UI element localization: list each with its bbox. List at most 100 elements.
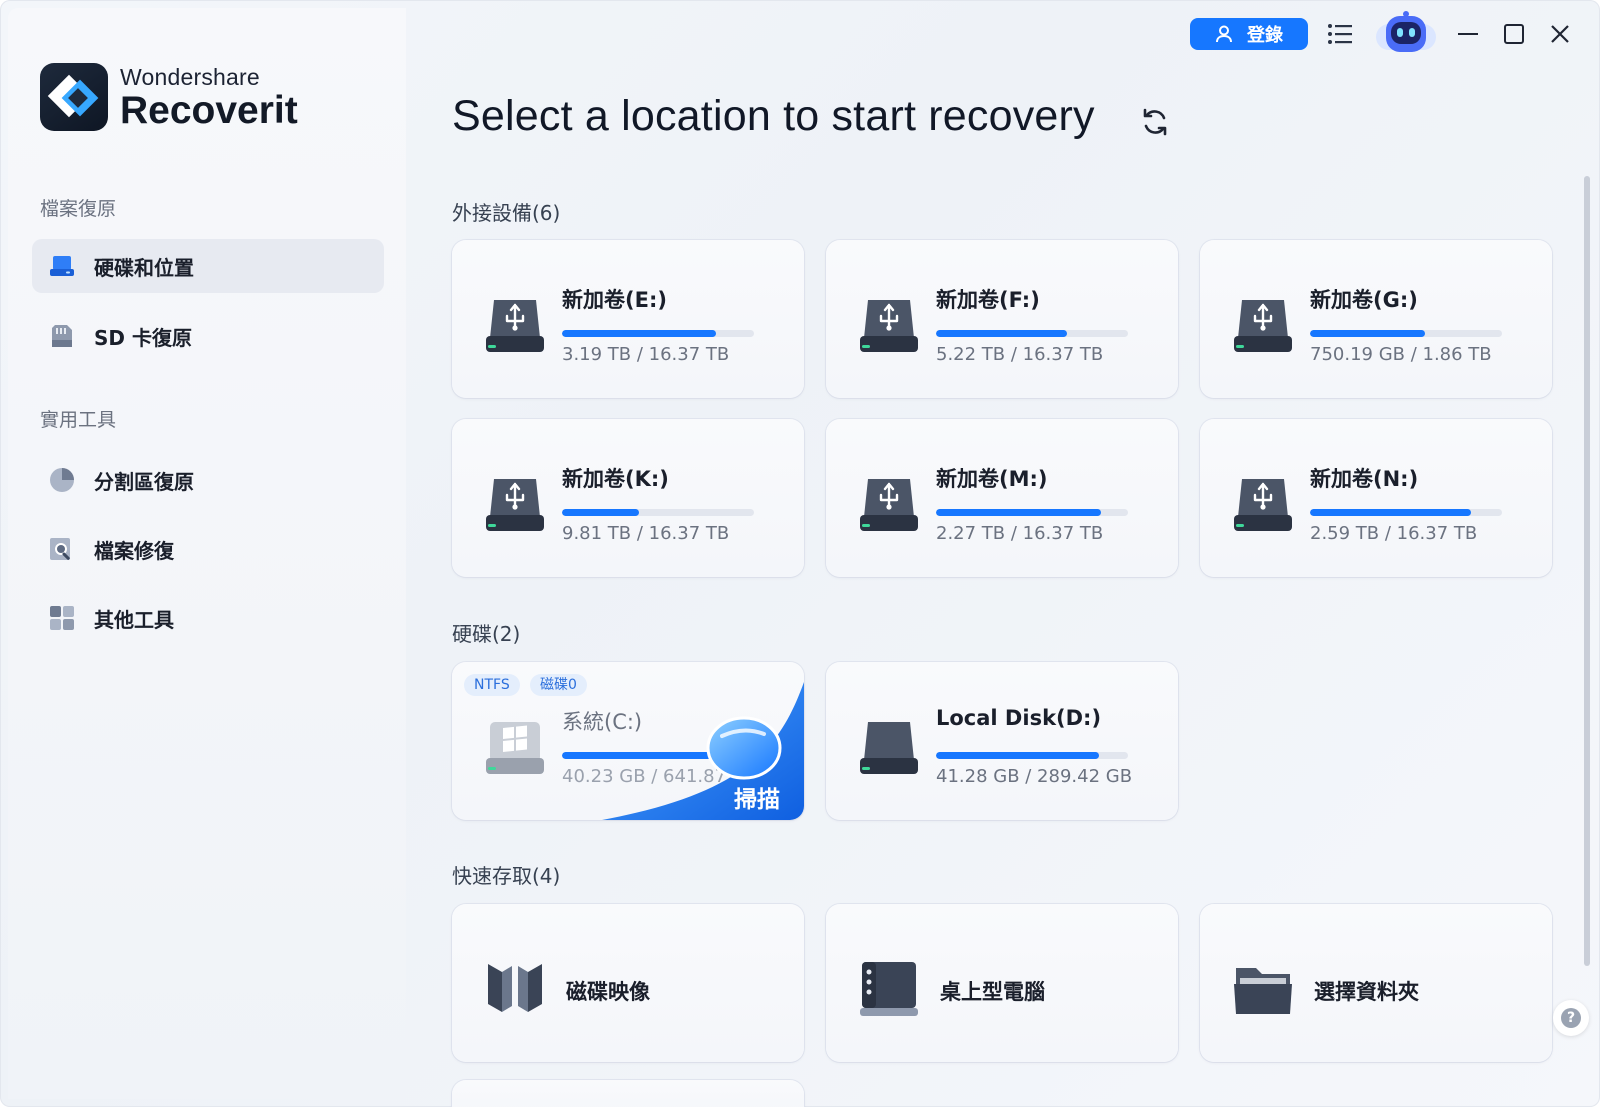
group-quick-access: 快速存取(4) bbox=[452, 864, 561, 888]
sd-card-icon bbox=[48, 322, 76, 350]
sidebar-item-partition-recovery[interactable]: 分割區復原 bbox=[32, 453, 384, 507]
drive-size: 40.23 GB / 641.87 bbox=[562, 766, 727, 787]
brand-company: Wondershare bbox=[120, 63, 260, 90]
pie-chart-icon bbox=[48, 466, 76, 494]
robot-assistant-icon[interactable] bbox=[1372, 10, 1440, 56]
external-drive-icon bbox=[860, 300, 918, 352]
drive-size: 5.22 TB / 16.37 TB bbox=[936, 344, 1104, 365]
sidebar-item-file-repair[interactable]: 檔案修復 bbox=[32, 522, 384, 576]
drive-name: 新加卷(K:) bbox=[562, 467, 669, 491]
usage-bar-fill bbox=[562, 330, 716, 337]
usage-bar-fill bbox=[936, 509, 1102, 516]
external-drive-icon bbox=[1234, 479, 1292, 531]
drive-card-external[interactable]: 新加卷(M:) 2.27 TB / 16.37 TB bbox=[826, 419, 1178, 577]
drive-card-c[interactable]: NTFS 磁碟0 系統(C:) 40.23 GB / 641.87 掃描 bbox=[452, 662, 804, 820]
list-menu-icon[interactable] bbox=[1322, 16, 1358, 52]
drive-name: 新加卷(M:) bbox=[936, 467, 1048, 491]
user-icon bbox=[1216, 25, 1232, 43]
external-drive-icon bbox=[486, 300, 544, 352]
external-drive-icon bbox=[486, 479, 544, 531]
quick-card-label: 桌上型電腦 bbox=[940, 980, 1045, 1004]
app-window: Wondershare Recoverit 檔案復原 硬碟和位置 SD 卡復原 … bbox=[0, 0, 1600, 1107]
quick-card-desktop[interactable]: 桌上型電腦 bbox=[826, 904, 1178, 1062]
usage-bar-fill bbox=[1310, 509, 1472, 516]
windows-drive-icon bbox=[486, 722, 544, 774]
drive-size: 9.81 TB / 16.37 TB bbox=[562, 523, 730, 544]
drive-icon bbox=[48, 252, 76, 280]
scan-button[interactable]: 掃描 bbox=[734, 780, 780, 814]
drive-size: 3.19 TB / 16.37 TB bbox=[562, 344, 730, 365]
brand-product: Recoverit bbox=[120, 88, 298, 132]
sidebar-item-label: 檔案修復 bbox=[94, 538, 174, 563]
file-repair-icon bbox=[48, 535, 76, 563]
usage-bar bbox=[562, 509, 754, 516]
help-button[interactable]: ? bbox=[1553, 1000, 1589, 1036]
login-button[interactable]: 登錄 bbox=[1190, 18, 1308, 50]
quick-card-label: 選擇資料夾 bbox=[1314, 980, 1419, 1004]
drive-size: 750.19 GB / 1.86 TB bbox=[1310, 344, 1492, 365]
page-title: Select a location to start recovery bbox=[452, 92, 1095, 140]
drive-size: 2.27 TB / 16.37 TB bbox=[936, 523, 1104, 544]
usage-bar-fill bbox=[936, 752, 1100, 759]
usage-bar bbox=[562, 752, 754, 759]
sidebar-item-label: SD 卡復原 bbox=[94, 325, 192, 350]
usage-bar bbox=[936, 752, 1128, 759]
group-external-devices: 外接設備(6) bbox=[452, 201, 561, 225]
drive-card-external[interactable]: 新加卷(F:) 5.22 TB / 16.37 TB bbox=[826, 240, 1178, 398]
refresh-icon[interactable] bbox=[1140, 107, 1170, 137]
drive-name: 系統(C:) bbox=[562, 710, 643, 734]
filesystem-tag: NTFS bbox=[464, 674, 520, 696]
minimize-icon[interactable] bbox=[1450, 16, 1486, 52]
hard-drive-icon bbox=[860, 722, 918, 774]
section-file-recovery: 檔案復原 bbox=[40, 198, 117, 220]
usage-bar bbox=[1310, 509, 1502, 516]
drive-card-external[interactable]: 新加卷(G:) 750.19 GB / 1.86 TB bbox=[1200, 240, 1552, 398]
grid-tools-icon bbox=[48, 604, 76, 632]
sidebar-item-label: 硬碟和位置 bbox=[94, 255, 194, 280]
group-hard-drives: 硬碟(2) bbox=[452, 622, 521, 646]
brand: Wondershare Recoverit bbox=[40, 63, 298, 131]
usage-bar-fill bbox=[562, 509, 639, 516]
drive-name: 新加卷(G:) bbox=[1310, 288, 1418, 312]
drive-card-d[interactable]: Local Disk(D:) 41.28 GB / 289.42 GB bbox=[826, 662, 1178, 820]
sidebar: Wondershare Recoverit 檔案復原 硬碟和位置 SD 卡復原 … bbox=[8, 8, 406, 1099]
usage-bar bbox=[936, 509, 1128, 516]
section-utilities: 實用工具 bbox=[40, 409, 117, 431]
usage-bar bbox=[1310, 330, 1502, 337]
drive-name: 新加卷(N:) bbox=[1310, 467, 1419, 491]
quick-card-select-folder[interactable]: 選擇資料夾 bbox=[1200, 904, 1552, 1062]
sidebar-item-sd-card[interactable]: SD 卡復原 bbox=[32, 309, 384, 363]
drive-card-external[interactable]: 新加卷(N:) 2.59 TB / 16.37 TB bbox=[1200, 419, 1552, 577]
drive-name: 新加卷(F:) bbox=[936, 288, 1040, 312]
drive-name: Local Disk(D:) bbox=[936, 706, 1102, 730]
recoverit-logo bbox=[40, 63, 108, 131]
drive-card-external[interactable]: 新加卷(K:) 9.81 TB / 16.37 TB bbox=[452, 419, 804, 577]
usage-bar bbox=[936, 330, 1128, 337]
external-drive-icon bbox=[1234, 300, 1292, 352]
drive-card-external[interactable]: 新加卷(E:) 3.19 TB / 16.37 TB bbox=[452, 240, 804, 398]
external-drive-icon bbox=[860, 479, 918, 531]
login-label: 登錄 bbox=[1247, 25, 1283, 46]
usage-bar-fill bbox=[1310, 330, 1426, 337]
usage-bar-fill bbox=[562, 752, 745, 759]
quick-card-disk-image[interactable]: 磁碟映像 bbox=[452, 904, 804, 1062]
scrollbar[interactable] bbox=[1584, 176, 1590, 966]
usage-bar-fill bbox=[936, 330, 1067, 337]
quick-card-label: 磁碟映像 bbox=[566, 980, 650, 1004]
sidebar-item-drives-locations[interactable]: 硬碟和位置 bbox=[32, 239, 384, 293]
desktop-icon bbox=[860, 962, 918, 1016]
sidebar-item-label: 其他工具 bbox=[94, 607, 174, 632]
usage-bar bbox=[562, 330, 754, 337]
help-icon: ? bbox=[1561, 1008, 1581, 1028]
maximize-icon[interactable] bbox=[1496, 16, 1532, 52]
close-icon[interactable] bbox=[1542, 16, 1578, 52]
folder-icon bbox=[1234, 968, 1292, 1014]
drive-size: 41.28 GB / 289.42 GB bbox=[936, 766, 1133, 787]
sidebar-item-other-tools[interactable]: 其他工具 bbox=[32, 591, 384, 645]
quick-card-partial[interactable] bbox=[452, 1080, 804, 1107]
disk-tag: 磁碟0 bbox=[530, 674, 587, 696]
drive-name: 新加卷(E:) bbox=[562, 288, 667, 312]
disk-image-icon bbox=[488, 964, 542, 1012]
sidebar-item-label: 分割區復原 bbox=[94, 469, 194, 494]
drive-size: 2.59 TB / 16.37 TB bbox=[1310, 523, 1478, 544]
